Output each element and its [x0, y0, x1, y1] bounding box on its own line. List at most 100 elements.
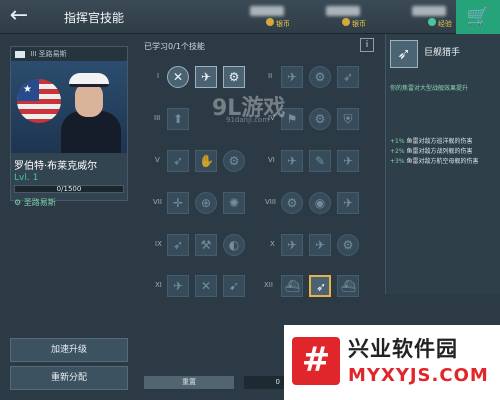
- skill-slot[interactable]: ⛨: [337, 108, 359, 130]
- officer-ship: 圣路易斯: [38, 50, 67, 58]
- skill-slot[interactable]: ✕: [167, 66, 189, 88]
- skill-slot[interactable]: ◉: [309, 192, 331, 214]
- officer-card-header: III 圣路易斯: [11, 47, 127, 61]
- aircraft-icon: ✈: [286, 70, 298, 84]
- tier-label: XI: [155, 281, 162, 289]
- tier-label: II: [268, 72, 273, 80]
- skill-slot[interactable]: ◐: [223, 234, 245, 256]
- skill-slot[interactable]: ✈: [281, 66, 303, 88]
- skill-slot[interactable]: ✈: [337, 192, 359, 214]
- site-banner: # 兴业软件园 MYXYJS.COM: [284, 325, 500, 400]
- page-title: 指挥官技能: [64, 11, 125, 25]
- bonus-line: +3% 鱼雷对敌方航空母舰的伤害: [390, 158, 479, 165]
- skill-slot[interactable]: ✋: [195, 150, 217, 172]
- shield-icon: ⛨: [343, 112, 353, 126]
- cart-icon[interactable]: 🛒: [456, 0, 500, 34]
- officer-portrait: ★: [11, 61, 127, 153]
- skill-slot[interactable]: ⚙: [309, 108, 331, 130]
- skill-slot[interactable]: ➶: [167, 234, 189, 256]
- skill-slot[interactable]: ➹: [223, 275, 245, 297]
- gear-icon: ⚙: [314, 70, 326, 84]
- banner-title: 兴业软件园: [348, 337, 458, 361]
- torpedo-icon: ➶: [390, 40, 418, 68]
- skill-slot[interactable]: ⊕: [195, 192, 217, 214]
- gears-icon: ⚙: [228, 70, 240, 84]
- skill-slot[interactable]: ⚒: [195, 234, 217, 256]
- skill-slot[interactable]: ➶: [337, 66, 359, 88]
- resource-xp: 经验: [398, 4, 454, 30]
- hand-icon: ✋: [199, 154, 214, 168]
- tier-label: IX: [155, 240, 162, 248]
- gear-icon: ⚙: [342, 238, 354, 252]
- ship-line-label: 圣路易斯: [23, 198, 56, 207]
- skill-slot[interactable]: ⛴: [337, 275, 359, 297]
- aircraft-icon: ✈: [314, 238, 326, 252]
- reset-button[interactable]: 重置: [144, 376, 234, 389]
- skill-slot[interactable]: ✈: [281, 150, 303, 172]
- skill-name: 巨舰猎手: [424, 48, 461, 58]
- skill-detail-panel: ➶ 巨舰猎手 你的焦雷对大型战舰效果提升 +1% 鱼雷对敌方巡洋舰的伤害 +2%…: [385, 34, 500, 294]
- tier-label: VIII: [265, 198, 276, 206]
- torpedo-icon: ➶: [172, 154, 184, 168]
- aircraft-icon: ✈: [342, 154, 354, 168]
- skill-slot-selected[interactable]: ➶: [309, 275, 331, 297]
- officer-ship-line: ⚙ 圣路易斯: [14, 198, 56, 207]
- aircraft-icon: ✈: [286, 238, 298, 252]
- flag-icon: ⚑: [286, 112, 298, 126]
- skill-slot[interactable]: ⬆: [167, 108, 189, 130]
- skill-slot[interactable]: ✈: [281, 234, 303, 256]
- skill-slot[interactable]: ➶: [167, 150, 189, 172]
- xp-text: 0/1500: [56, 185, 82, 193]
- resource-silver-2: 银币: [312, 4, 368, 30]
- skill-slot[interactable]: ✎: [309, 150, 331, 172]
- resource-label: 银币: [276, 20, 290, 28]
- nation-flag-icon: [15, 50, 25, 58]
- gear-icon: ⚙: [314, 112, 326, 126]
- info-icon[interactable]: i: [360, 38, 374, 52]
- skill-slot[interactable]: ⚙: [337, 234, 359, 256]
- torpedo-icon: ➶: [172, 238, 184, 252]
- wrench-icon: ✎: [314, 154, 326, 168]
- ship-icon: ⛴: [285, 279, 301, 293]
- resource-value-hidden: [250, 6, 284, 16]
- skill-slot[interactable]: ⚙: [223, 150, 245, 172]
- skill-slot[interactable]: ⛴: [281, 275, 303, 297]
- watermark-sub: 91danji.com: [226, 116, 270, 124]
- tier-label: VI: [268, 156, 275, 164]
- redistribute-button[interactable]: 重新分配: [10, 366, 128, 390]
- skill-slot[interactable]: ⚙: [223, 66, 245, 88]
- skill-slot[interactable]: ✛: [167, 192, 189, 214]
- coin-icon: [342, 18, 350, 26]
- resource-value-hidden: [412, 6, 446, 16]
- skill-slot[interactable]: ✈: [337, 150, 359, 172]
- skill-slot[interactable]: ✈: [167, 275, 189, 297]
- skill-slot[interactable]: ✈: [309, 234, 331, 256]
- officer-name: 罗伯特·布莱克威尔: [14, 161, 98, 172]
- ship-icon: ⛴: [341, 279, 357, 293]
- back-arrow-icon[interactable]: ←: [6, 5, 32, 29]
- tier-label: X: [270, 240, 275, 248]
- tier-label: VII: [153, 198, 162, 206]
- skill-slot[interactable]: ⚙: [309, 66, 331, 88]
- bonus-line: +1% 鱼雷对敌方巡洋舰的伤害: [390, 138, 473, 145]
- tier-label: I: [157, 72, 160, 80]
- gear-icon: ⚙: [228, 154, 240, 168]
- rocket-icon: ➹: [228, 279, 240, 293]
- skill-slot[interactable]: ✕: [195, 275, 217, 297]
- xp-progress-bar: 0/1500: [14, 185, 124, 193]
- banner-url: MYXYJS.COM: [348, 365, 489, 386]
- skill-description: 你的焦雷对大型战舰效果提升: [390, 85, 469, 92]
- confirm-button[interactable]: 0: [244, 376, 284, 389]
- skill-slot[interactable]: ✺: [223, 192, 245, 214]
- aircraft-icon: ✈: [200, 70, 212, 84]
- hammer-icon: ⚒: [200, 238, 212, 252]
- resource-silver-1: 银币: [236, 4, 292, 30]
- crossed-guns-icon: ✕: [200, 279, 212, 293]
- skill-slot[interactable]: ✈: [195, 66, 217, 88]
- officer-card[interactable]: III 圣路易斯 ★ 罗伯特·布莱克威尔 Lvl. 1 0/1500 ⚙ 圣路易…: [10, 46, 128, 207]
- gear-icon: ⚙: [286, 196, 298, 210]
- officer-level: Lvl. 1: [14, 173, 39, 183]
- skill-slot[interactable]: ⚙: [281, 192, 303, 214]
- resource-label: 经验: [438, 20, 452, 28]
- speed-up-button[interactable]: 加速升级: [10, 338, 128, 362]
